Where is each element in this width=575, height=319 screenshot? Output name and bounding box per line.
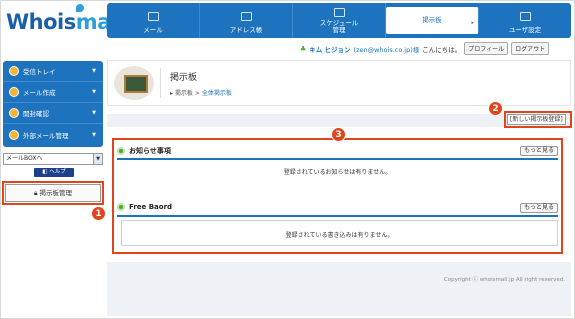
notice-section: お知らせ事項 もっと見る 登録されているお知らせは有りません。	[117, 144, 562, 184]
mail-icon	[147, 12, 159, 21]
header-divider	[160, 68, 161, 98]
sidebar-item-external-mail[interactable]: 外部メール管理 ▼	[3, 124, 103, 145]
nav-label: ユーザ設定	[508, 26, 542, 34]
callout-badge-3: 3	[331, 127, 346, 142]
logo-bubble-icon	[76, 4, 84, 12]
nav-item-user-settings[interactable]: ユーザ設定	[479, 3, 571, 38]
nav-label: スケジュール 管理	[319, 19, 359, 34]
chevron-down-icon[interactable]: ▼	[93, 154, 102, 164]
nav-label: メール	[143, 26, 163, 34]
free-board-empty-message: 登録されている書き込みは有りません。	[285, 232, 394, 239]
page-header	[107, 60, 571, 106]
profile-button[interactable]: プロフィール	[464, 42, 509, 55]
sidebar-item-read-receipt[interactable]: 開封確認 ▼	[3, 103, 103, 124]
address-book-icon	[240, 12, 252, 21]
user-name: キム ヒジョン	[309, 45, 351, 54]
free-board-section-rule	[117, 215, 558, 217]
board-illustration	[114, 66, 154, 100]
notice-section-rule	[117, 158, 558, 160]
logout-button[interactable]: ログアウト	[511, 42, 550, 55]
compose-icon	[9, 87, 19, 97]
notice-title-text: お知らせ事項	[129, 147, 171, 155]
nav-label: アドレス帳	[229, 26, 263, 34]
callout-badge-1: 1	[91, 206, 106, 221]
breadcrumb-separator: >	[194, 90, 200, 97]
nav-item-schedule[interactable]: スケジュール 管理	[293, 3, 386, 38]
footer	[107, 262, 571, 316]
sidebar-item-label: 受信トレイ	[23, 68, 56, 76]
copyright-text: Copyright ⓒ whoismail.jp All right reser…	[443, 277, 565, 283]
sidebar-item-inbox[interactable]: 受信トレイ ▼	[3, 61, 103, 82]
caret-down-icon: ▼	[92, 89, 96, 95]
notice-empty-message: 登録されているお知らせは有りません。	[283, 169, 392, 176]
breadcrumb-current[interactable]: 全体掲示板	[202, 90, 232, 97]
free-board-more-button[interactable]: もっと見る	[519, 203, 558, 213]
caret-down-icon: ▼	[92, 110, 96, 116]
sidebar-item-label: 開封確認	[23, 110, 49, 118]
toolbar-strip	[107, 114, 571, 127]
page-title: 掲示板	[170, 73, 198, 83]
sidebar-item-label: 外部メール管理	[23, 131, 69, 140]
read-receipt-icon	[9, 108, 19, 118]
caret-down-icon: ▼	[92, 131, 96, 138]
sidebar-item-label: メール作成	[23, 89, 56, 97]
greeting-text: こんにちは。	[422, 45, 462, 54]
free-board-section-title: Free Baord	[117, 203, 172, 211]
notice-section-title: お知らせ事項	[117, 146, 171, 156]
user-settings-icon	[519, 12, 531, 21]
breadcrumb-root[interactable]: 掲示板	[175, 90, 193, 97]
user-bar: ♣ キム ヒジョン (zen@whois.co.jp)様 こんにちは。 プロフィ…	[300, 42, 550, 55]
nav-item-mail[interactable]: メール	[107, 3, 200, 38]
callout-box-1	[2, 181, 104, 205]
bullet-icon	[117, 203, 125, 211]
sidebar-item-compose[interactable]: メール作成 ▼	[3, 82, 103, 103]
inbox-icon	[9, 66, 19, 76]
free-board-title-text: Free Baord	[129, 203, 173, 211]
caret-down-icon: ▼	[92, 68, 96, 74]
callout-box-2	[504, 111, 572, 128]
schedule-icon	[333, 8, 345, 17]
top-navigation: メール アドレス帳 スケジュール 管理 掲示板 ▸ ユーザ設定	[107, 3, 571, 38]
nav-item-address-book[interactable]: アドレス帳	[200, 3, 293, 38]
sidebar-menu: 受信トレイ ▼ メール作成 ▼ 開封確認 ▼ 外部メール管理 ▼	[3, 61, 103, 147]
mailbox-select[interactable]: メールBOXへ ▼	[3, 153, 103, 165]
free-board-empty-box: 登録されている書き込みは有りません。	[121, 220, 558, 246]
mailbox-select-value: メールBOXへ	[6, 155, 43, 162]
caret-right-icon: ▸	[471, 20, 474, 26]
help-label: ヘルプ	[49, 169, 66, 175]
leaf-icon: ♣	[300, 44, 307, 53]
nav-label: 掲示板	[422, 15, 442, 24]
external-mail-icon	[9, 129, 19, 140]
user-email: (zen@whois.co.jp)様	[353, 45, 420, 54]
help-button[interactable]: ◧ ヘルプ	[34, 168, 74, 177]
breadcrumb: ▸ 掲示板 > 全体掲示板	[170, 88, 232, 97]
bullet-icon	[117, 147, 125, 155]
free-board-section: Free Baord もっと見る 登録されている書き込みは有りません。	[117, 200, 562, 250]
callout-badge-2: 2	[488, 101, 503, 116]
notice-more-button[interactable]: もっと見る	[519, 146, 558, 156]
nav-item-board[interactable]: 掲示板 ▸	[386, 7, 479, 34]
